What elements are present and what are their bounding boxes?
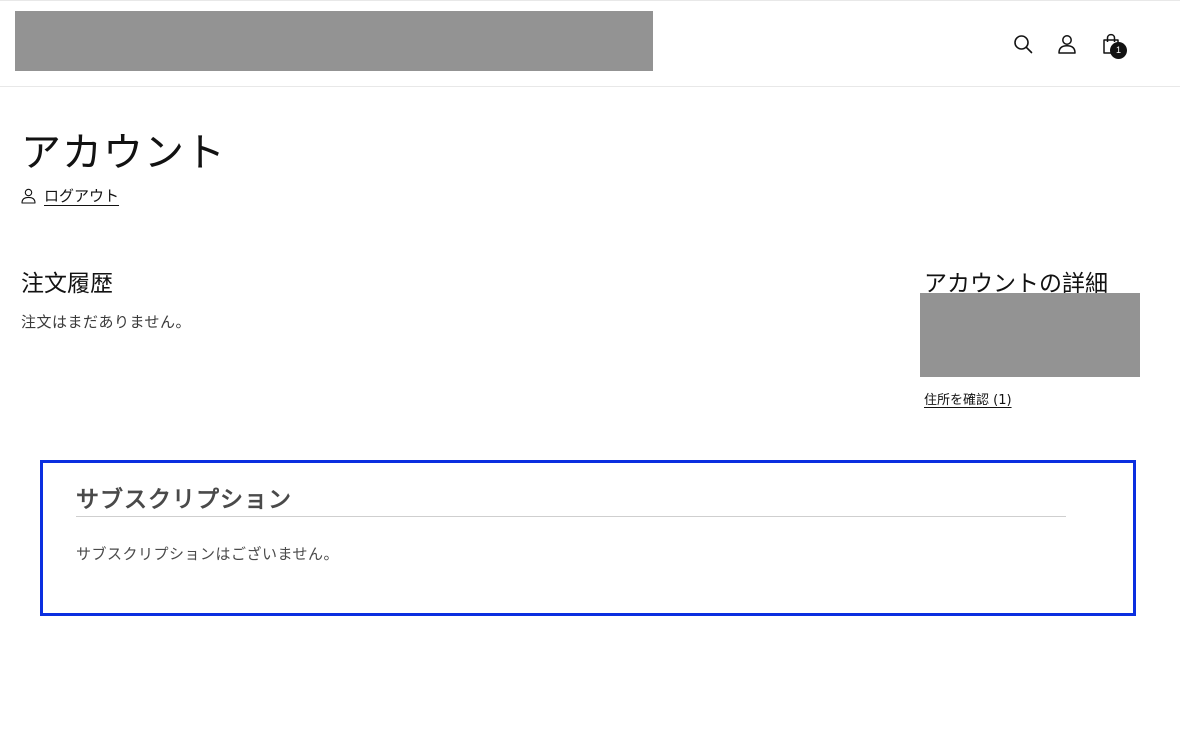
subscription-heading: サブスクリプション <box>76 487 292 513</box>
account-icon <box>1058 35 1076 54</box>
cart-count-badge: 1 <box>1110 42 1127 59</box>
divider <box>76 516 1066 517</box>
account-details-info <box>920 293 1140 377</box>
view-addresses-link[interactable]: 住所を確認 (1) <box>924 389 1012 408</box>
user-icon <box>21 188 36 204</box>
account-button[interactable] <box>1054 31 1080 57</box>
order-history-empty-message: 注文はまだありません。 <box>21 313 192 331</box>
order-history-heading: 注文履歴 <box>21 271 113 297</box>
search-button[interactable] <box>1010 31 1036 57</box>
subscription-panel: サブスクリプション サブスクリプションはございません。 <box>40 460 1136 616</box>
store-logo[interactable] <box>15 11 653 71</box>
subscription-empty-message: サブスクリプションはございません。 <box>76 545 340 563</box>
cart-button[interactable]: 1 <box>1098 31 1127 59</box>
logout-row: ログアウト <box>21 185 119 206</box>
page-title: アカウント <box>21 130 226 176</box>
search-icon <box>1014 35 1033 54</box>
site-header: 1 <box>0 0 1180 87</box>
logout-link[interactable]: ログアウト <box>44 185 119 206</box>
account-page: 1 アカウント ログアウト 注文履歴 注文はまだありません。 アカウントの詳細 … <box>0 0 1180 756</box>
